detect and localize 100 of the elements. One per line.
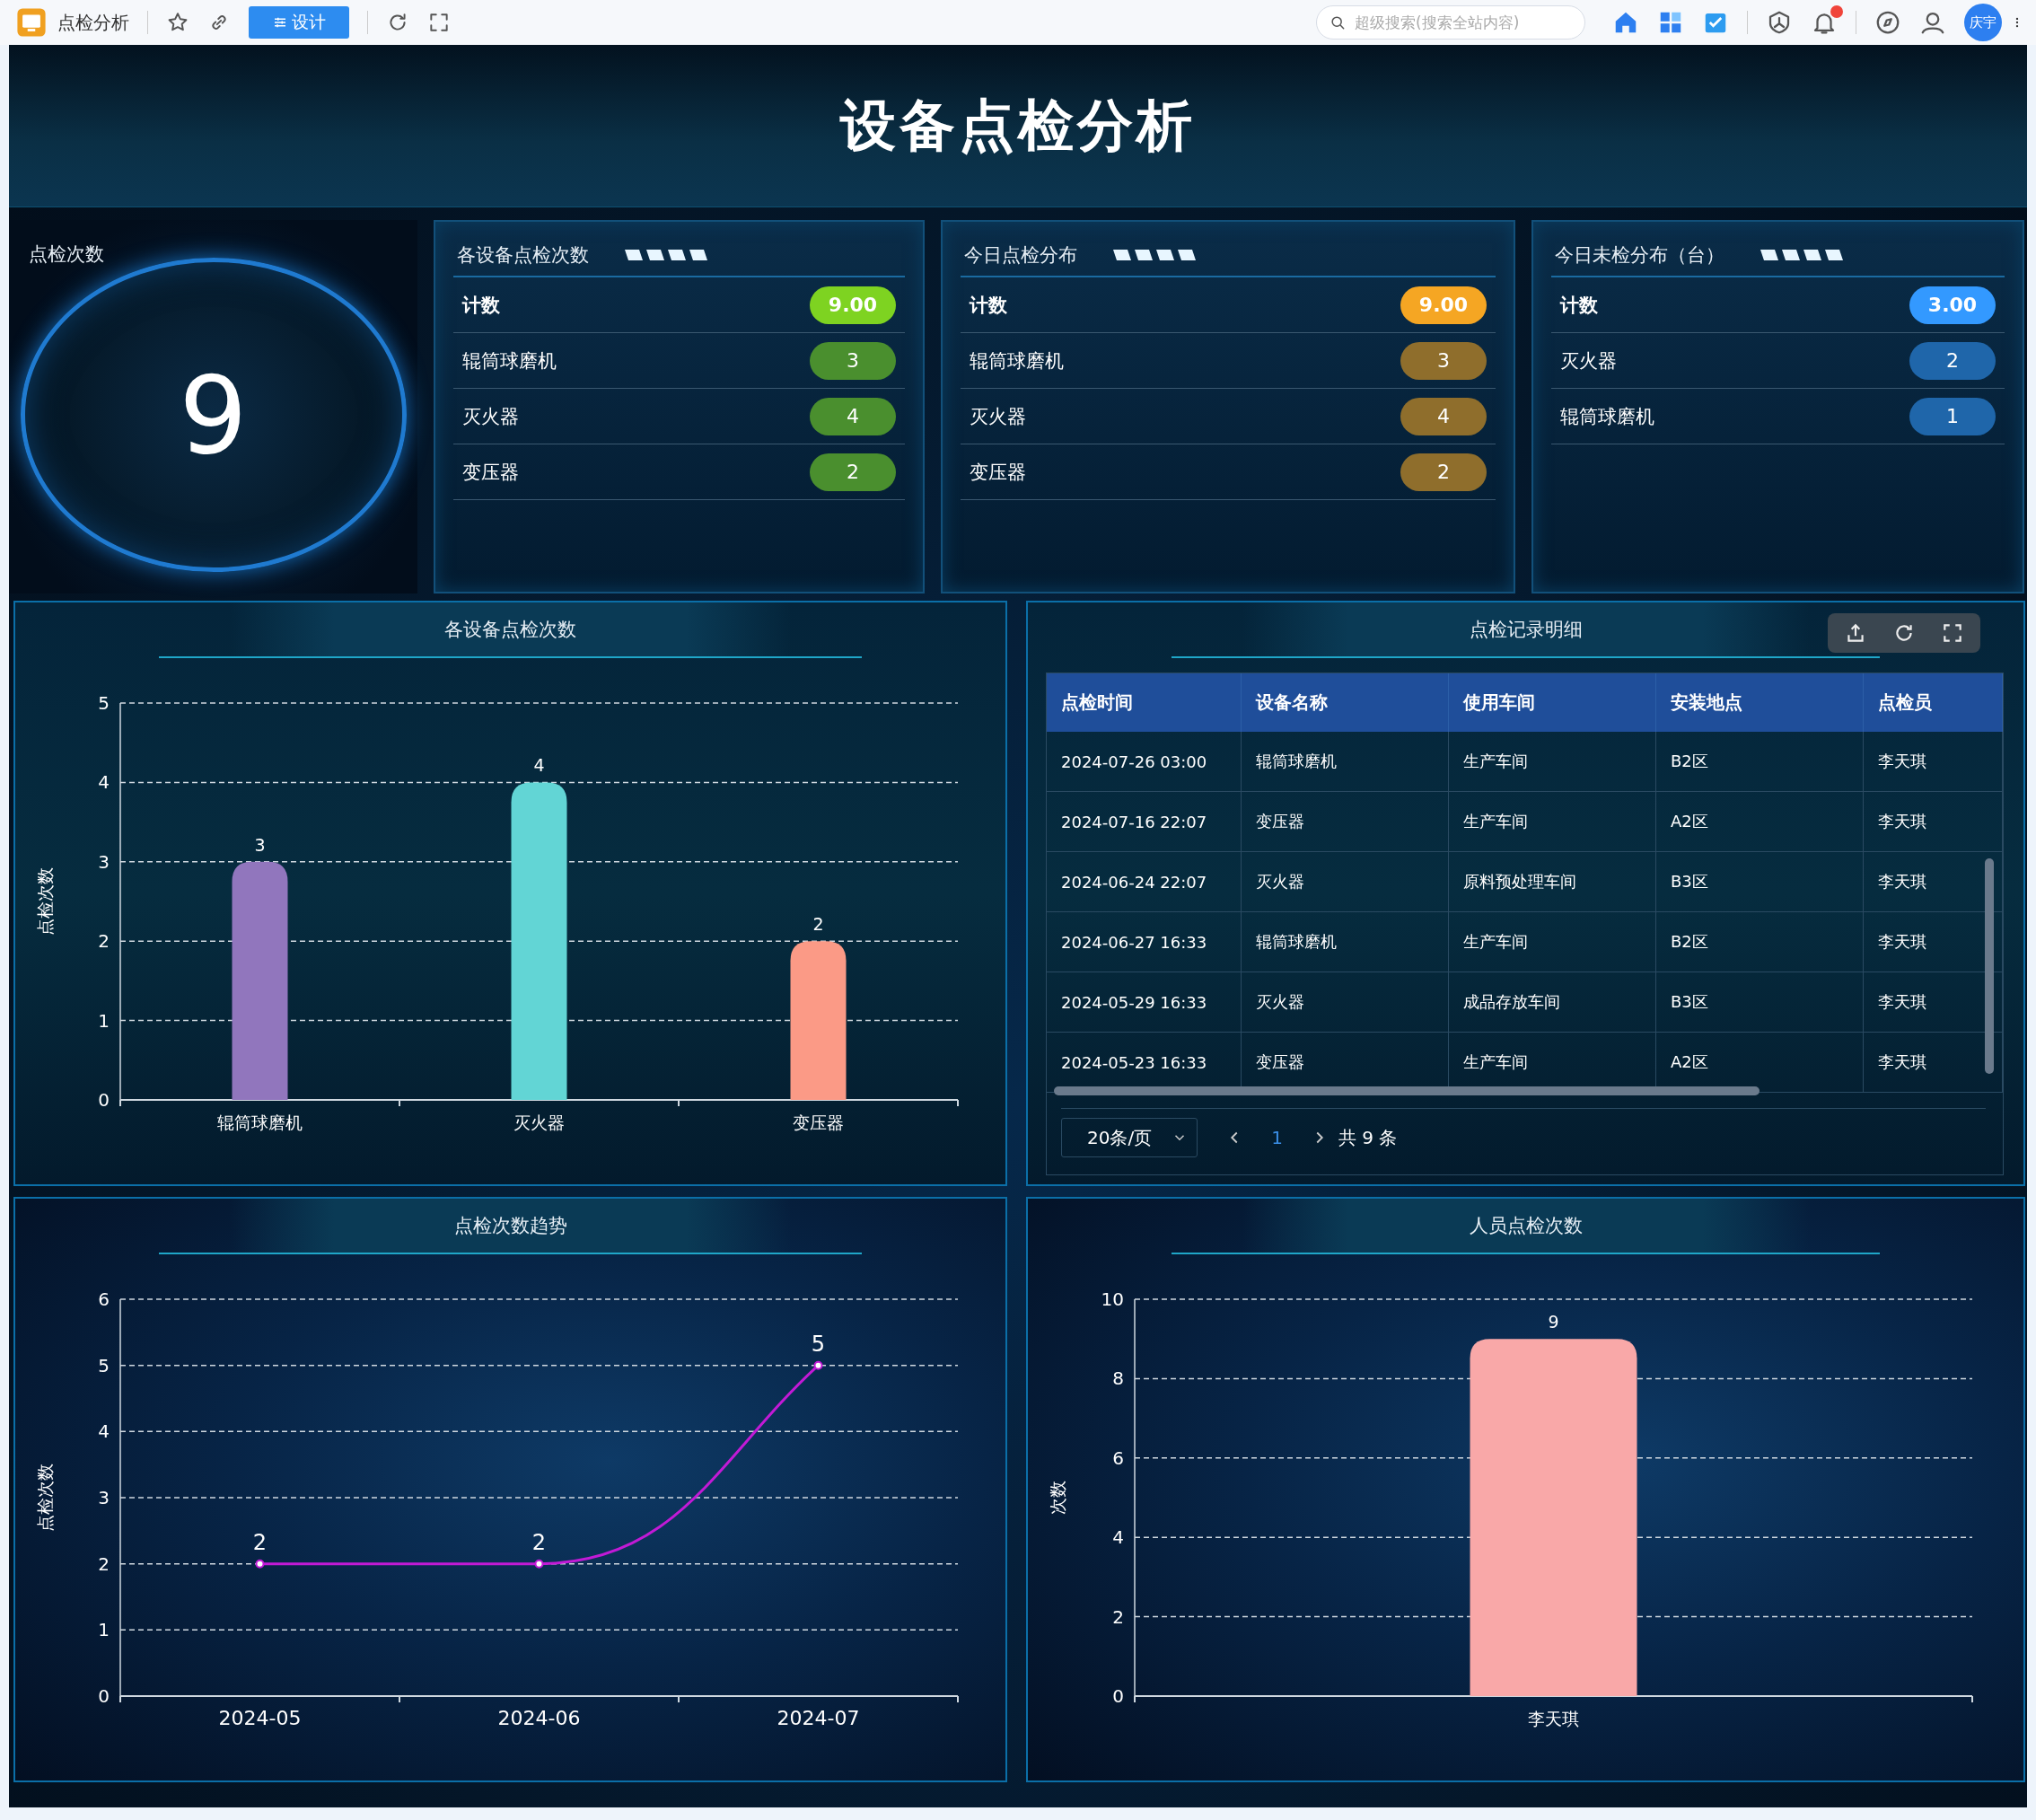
scrollbar[interactable] xyxy=(1985,858,1994,1074)
table-cell: 李天琪 xyxy=(1863,791,2003,852)
count-badge: 3 xyxy=(1400,341,1487,380)
axis-label: 0 xyxy=(1112,1685,1124,1707)
stat-label: 计数 xyxy=(462,293,500,318)
stat-label: 变压器 xyxy=(462,460,519,485)
table-cell: 2024-06-24 22:07 xyxy=(1047,851,1242,912)
axis-label: 2024-06 xyxy=(497,1707,581,1729)
axis-label: 3 xyxy=(98,1487,110,1508)
value-label: 2 xyxy=(531,1529,547,1555)
table-cell: A2区 xyxy=(1655,791,1864,852)
axis-label: 4 xyxy=(98,771,110,794)
axis-label: 李天琪 xyxy=(1528,1709,1579,1728)
fullscreen-icon[interactable] xyxy=(1941,621,1964,645)
count-badge: 1 xyxy=(1909,397,1996,435)
axis-label: 8 xyxy=(1112,1367,1124,1390)
value-label: 3 xyxy=(254,834,266,855)
count-badge: 2 xyxy=(1400,453,1487,491)
axis-label: 6 xyxy=(1112,1446,1124,1469)
table-cell: 生产车间 xyxy=(1448,732,1656,792)
user-avatar[interactable]: 庆宇 xyxy=(1964,4,2002,41)
data-point xyxy=(813,1360,823,1370)
axis-label: 5 xyxy=(98,1354,110,1376)
notification-dot xyxy=(1830,5,1843,18)
table-cell: 李天琪 xyxy=(1863,732,2003,792)
count-badge: 2 xyxy=(1909,341,1996,380)
panel-title: 点检次数趋势 xyxy=(453,1214,567,1238)
compass-icon[interactable] xyxy=(1874,9,1901,36)
axis-title: 次数 xyxy=(1048,1481,1067,1515)
count-badge: 4 xyxy=(1400,397,1487,435)
stat-label: 辊筒球磨机 xyxy=(462,348,557,374)
count-value: 9 xyxy=(179,352,248,478)
table-cell: 辊筒球磨机 xyxy=(1241,732,1449,792)
table-cell: 生产车间 xyxy=(1448,911,1656,972)
fullscreen-icon[interactable] xyxy=(427,11,451,34)
axis-label: 5 xyxy=(98,692,110,714)
table-cell: B2区 xyxy=(1655,732,1864,792)
axis-label: 1 xyxy=(98,1619,110,1641)
table-cell: 变压器 xyxy=(1241,791,1449,852)
axis-label: 2024-05 xyxy=(218,1707,302,1729)
table-cell: 原料预处理车间 xyxy=(1448,851,1656,912)
table-cell: 2024-05-29 16:33 xyxy=(1047,972,1242,1033)
dash-marks-icon xyxy=(625,250,707,260)
value-label: 5 xyxy=(811,1331,826,1357)
stat-label: 计数 xyxy=(1560,293,1598,318)
page-number[interactable]: 1 xyxy=(1271,1127,1283,1148)
dash-marks-icon xyxy=(1113,250,1196,260)
value-label: 2 xyxy=(252,1529,268,1555)
table-cell: 2024-07-16 22:07 xyxy=(1047,791,1242,852)
stat-label: 灭火器 xyxy=(970,404,1026,429)
axis-title: 点检次数 xyxy=(35,1464,55,1532)
stat-label: 辊筒球磨机 xyxy=(970,348,1064,374)
table-cell: 生产车间 xyxy=(1448,791,1656,852)
table-cell: B2区 xyxy=(1655,911,1864,972)
column-header[interactable]: 点检员 xyxy=(1863,673,2003,732)
scrollbar[interactable] xyxy=(1054,1086,1760,1095)
column-header[interactable]: 使用车间 xyxy=(1448,673,1656,732)
panel-title: 点检记录明细 xyxy=(1469,618,1583,642)
axis-label: 2 xyxy=(98,930,110,953)
axis-label: 4 xyxy=(1112,1526,1124,1549)
dashboard-title: 设备点检分析 xyxy=(840,92,1196,160)
count-badge: 9.00 xyxy=(1400,286,1487,324)
column-header[interactable]: 点检时间 xyxy=(1047,673,1242,732)
count-badge: 9.00 xyxy=(810,286,896,324)
search-field[interactable]: 超级搜索(搜索全站内容) xyxy=(1316,5,1585,40)
axis-label: 6 xyxy=(98,1288,110,1310)
stat-label: 变压器 xyxy=(970,460,1026,485)
column-header[interactable]: 设备名称 xyxy=(1241,673,1449,732)
count-badge: 3.00 xyxy=(1909,286,1996,324)
card-title: 今日未检分布（台） xyxy=(1555,243,1724,268)
table-cell: B3区 xyxy=(1655,972,1864,1033)
card-title: 今日点检分布 xyxy=(964,243,1077,268)
stat-label: 辊筒球磨机 xyxy=(1560,404,1654,429)
axis-label: 2 xyxy=(98,1552,110,1575)
axis-label: 0 xyxy=(98,1089,110,1111)
data-point xyxy=(255,1559,265,1569)
total-count: 共 9 条 xyxy=(1338,1125,1398,1150)
page-size-value: 20条/页 xyxy=(1087,1125,1153,1150)
stat-label: 计数 xyxy=(970,293,1007,318)
app-logo-icon xyxy=(16,7,47,38)
axis-title: 点检次数 xyxy=(35,867,55,936)
value-label: 4 xyxy=(533,755,545,776)
axis-label: 1 xyxy=(98,1009,110,1032)
search-icon xyxy=(1329,13,1347,31)
value-label: 9 xyxy=(1548,1312,1559,1332)
count-badge: 4 xyxy=(810,397,896,435)
panel-title: 各设备点检次数 xyxy=(444,618,576,642)
count-badge: 2 xyxy=(810,453,896,491)
page-size-select[interactable]: 20条/页 xyxy=(1061,1118,1198,1157)
table-cell: 成品存放车间 xyxy=(1448,972,1656,1033)
card-title: 各设备点检次数 xyxy=(457,243,589,268)
axis-label: 变压器 xyxy=(793,1112,844,1132)
table-cell: 2024-06-27 16:33 xyxy=(1047,911,1242,972)
table-cell: 辊筒球磨机 xyxy=(1241,911,1449,972)
table-cell: 灭火器 xyxy=(1241,851,1449,912)
app-title: 点检分析 xyxy=(57,10,129,35)
value-label: 2 xyxy=(812,914,824,935)
column-header[interactable]: 安装地点 xyxy=(1655,673,1864,732)
table-cell: 2024-07-26 03:00 xyxy=(1047,732,1242,792)
axis-label: 2024-07 xyxy=(777,1707,860,1729)
